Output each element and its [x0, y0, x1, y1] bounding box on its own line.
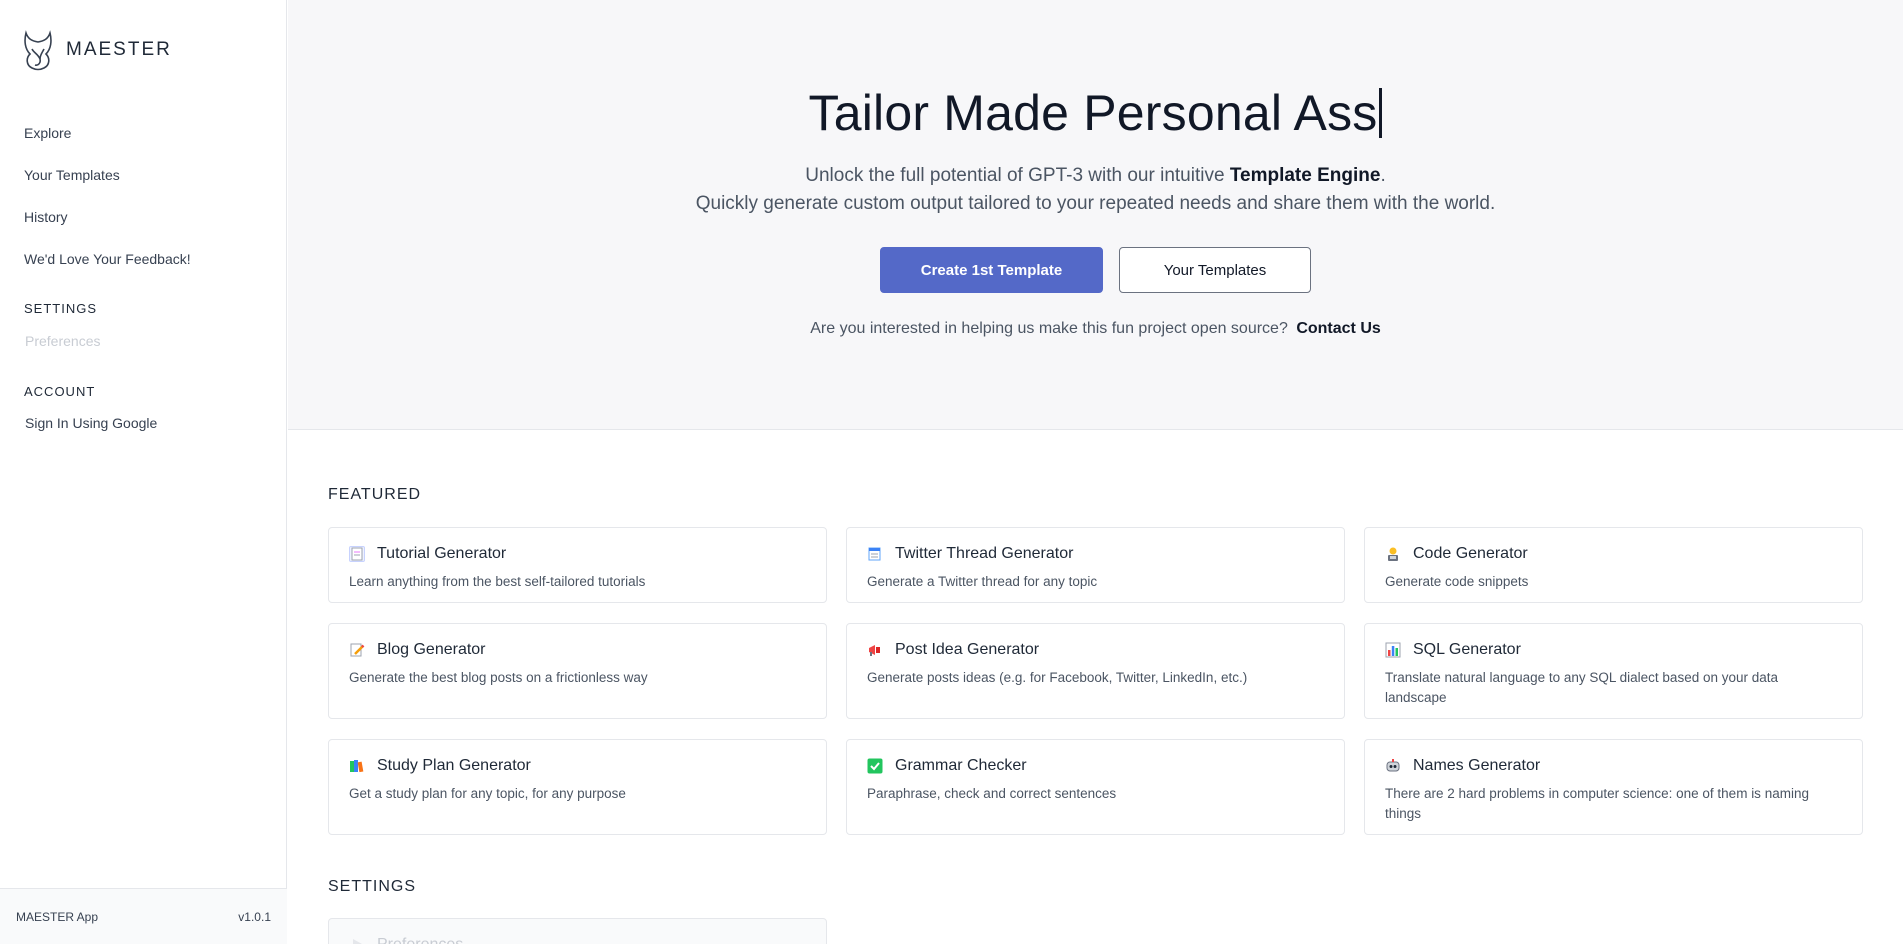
- card-title: Twitter Thread Generator: [895, 545, 1074, 562]
- template-card-post-idea-generator[interactable]: Post Idea Generator Generate posts ideas…: [846, 623, 1345, 719]
- hero-subtitle: Unlock the full potential of GPT-3 with …: [288, 162, 1903, 218]
- card-description: There are 2 hard problems in computer sc…: [1385, 786, 1809, 821]
- template-card-grammar-checker[interactable]: Grammar Checker Paraphrase, check and co…: [846, 739, 1345, 835]
- card-description: Paraphrase, check and correct sentences: [867, 786, 1117, 801]
- footer-app-name: MAESTER App: [16, 909, 99, 924]
- card-description: Translate natural language to any SQL di…: [1385, 670, 1779, 705]
- document-icon: [349, 546, 365, 562]
- bar-chart-icon: [1385, 642, 1401, 658]
- template-card-study-plan-generator[interactable]: Study Plan Generator Get a study plan fo…: [328, 739, 827, 835]
- sidebar-item-explore[interactable]: Explore: [24, 121, 191, 163]
- brand-name: MAESTER: [66, 39, 172, 60]
- sidebar: MAESTER Explore Your Templates History W…: [0, 0, 287, 944]
- subtitle-suffix: .: [1380, 165, 1386, 186]
- contact-us-link[interactable]: Contact Us: [1296, 320, 1380, 337]
- sidebar-item-preferences: Preferences: [25, 333, 101, 349]
- sidebar-item-sign-in[interactable]: Sign In Using Google: [25, 415, 157, 431]
- card-description: Generate posts ideas (e.g. for Facebook,…: [867, 670, 1248, 685]
- sidebar-item-history[interactable]: History: [24, 205, 191, 247]
- card-title: Grammar Checker: [895, 757, 1027, 774]
- card-title: Code Generator: [1413, 545, 1528, 562]
- subtitle-bold: Template Engine: [1229, 165, 1381, 186]
- hero-subtitle-line2: Quickly generate custom output tailored …: [695, 193, 1496, 214]
- sidebar-nav: Explore Your Templates History We'd Love…: [24, 121, 191, 289]
- template-card-names-generator[interactable]: Names Generator There are 2 hard problem…: [1364, 739, 1863, 835]
- hero: Tailor Made Personal Ass Unlock the full…: [288, 0, 1903, 430]
- card-title: Blog Generator: [377, 641, 486, 658]
- settings-heading: SETTINGS: [328, 878, 417, 895]
- create-template-button[interactable]: Create 1st Template: [880, 247, 1103, 293]
- card-description: Generate code snippets: [1385, 574, 1529, 589]
- card-description: Learn anything from the best self-tailor…: [349, 574, 646, 589]
- technologist-icon: [1385, 546, 1401, 562]
- template-card-preferences: Preferences: [328, 918, 827, 944]
- subtitle-prefix: Unlock the full potential of GPT-3 with …: [805, 165, 1225, 186]
- typing-caret: [1379, 88, 1383, 138]
- hero-title-text: Tailor Made Personal Ass: [808, 85, 1378, 141]
- hero-title: Tailor Made Personal Ass: [288, 84, 1903, 142]
- template-card-twitter-thread-generator[interactable]: Twitter Thread Generator Generate a Twit…: [846, 527, 1345, 603]
- card-description: Generate the best blog posts on a fricti…: [349, 670, 648, 685]
- sidebar-item-feedback[interactable]: We'd Love Your Feedback!: [24, 247, 191, 289]
- robot-icon: [1385, 758, 1401, 774]
- footer-version: v1.0.1: [238, 909, 271, 924]
- template-card-blog-generator[interactable]: Blog Generator Generate the best blog po…: [328, 623, 827, 719]
- card-description: Get a study plan for any topic, for any …: [349, 786, 626, 801]
- sidebar-account-heading: ACCOUNT: [24, 384, 96, 399]
- featured-heading: FEATURED: [328, 486, 422, 503]
- sidebar-item-your-templates[interactable]: Your Templates: [24, 163, 191, 205]
- card-title: Names Generator: [1413, 757, 1541, 774]
- pencil-icon: [349, 642, 365, 658]
- template-card-code-generator[interactable]: Code Generator Generate code snippets: [1364, 527, 1863, 603]
- megaphone-icon: [867, 642, 883, 658]
- card-title: Post Idea Generator: [895, 641, 1040, 658]
- sidebar-settings-heading: SETTINGS: [24, 301, 98, 316]
- maester-logo-icon: [24, 30, 52, 71]
- card-title: Study Plan Generator: [377, 757, 531, 774]
- card-title: Tutorial Generator: [377, 545, 507, 562]
- brand[interactable]: MAESTER: [22, 29, 172, 71]
- sidebar-footer: MAESTER App v1.0.1: [0, 888, 287, 944]
- card-description: Generate a Twitter thread for any topic: [867, 574, 1098, 589]
- books-icon: [349, 758, 365, 774]
- cta-text: Are you interested in helping us make th…: [810, 320, 1288, 337]
- memo-icon: [867, 546, 883, 562]
- checkmark-icon: [867, 758, 883, 774]
- template-card-tutorial-generator[interactable]: Tutorial Generator Learn anything from t…: [328, 527, 827, 603]
- card-title: SQL Generator: [1413, 641, 1521, 658]
- your-templates-button[interactable]: Your Templates: [1119, 247, 1311, 293]
- card-title: Preferences: [377, 936, 463, 944]
- hero-subtitle-line1: Unlock the full potential of GPT-3 with …: [288, 162, 1903, 190]
- template-card-sql-generator[interactable]: SQL Generator Translate natural language…: [1364, 623, 1863, 719]
- open-source-cta: Are you interested in helping us make th…: [288, 320, 1903, 338]
- triangle-icon: [349, 937, 365, 944]
